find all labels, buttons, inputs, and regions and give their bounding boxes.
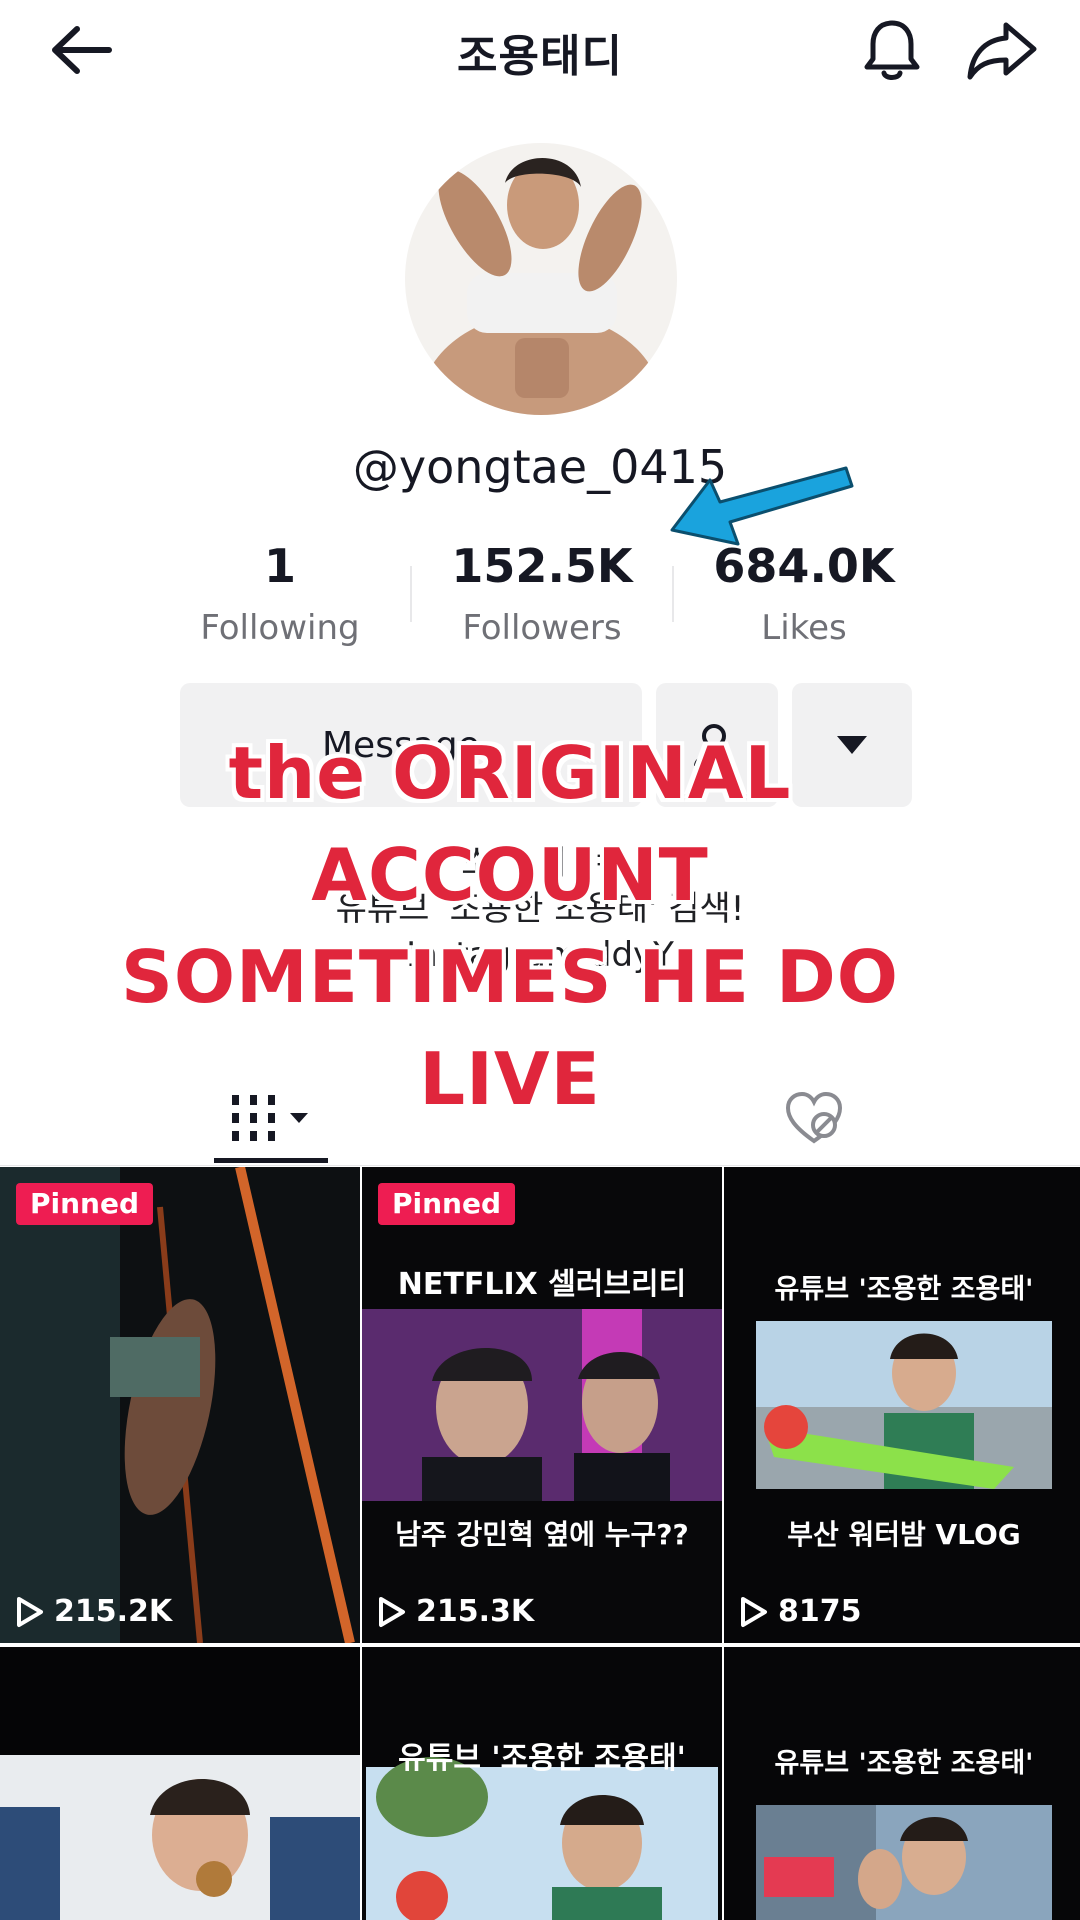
page-title: 조용태디 (457, 31, 623, 82)
stat-likes[interactable]: 684.0K Likes (674, 536, 934, 656)
notifications-button[interactable] (856, 14, 928, 86)
active-tab-indicator (214, 1158, 328, 1163)
bell-icon (864, 20, 920, 80)
annotation-arrow (670, 466, 854, 546)
following-label: Following (200, 608, 360, 648)
avatar-photo (405, 143, 677, 415)
video-tile[interactable] (0, 1647, 360, 1920)
video-tile[interactable]: 유튜브 '조용한 조용태' (362, 1647, 722, 1920)
stat-followers[interactable]: 152.5K Followers (412, 536, 672, 656)
video-thumbnail (362, 1647, 722, 1920)
likes-count: 684.0K (713, 539, 895, 593)
video-caption-bottom: 부산 워터밤 VLOG (787, 1518, 1021, 1551)
top-bar: 조용태디 (0, 0, 1080, 100)
video-caption-top: 유튜브 '조용한 조용태' (774, 1748, 1034, 1779)
hidden-heart-icon (785, 1091, 843, 1144)
share-button[interactable] (962, 14, 1042, 86)
profile-avatar[interactable] (405, 143, 677, 415)
followers-count: 152.5K (451, 539, 633, 593)
profile-stats: 1 Following 152.5K Followers 684.0K Like… (150, 536, 930, 656)
overlay-line: ACCOUNT (311, 833, 709, 917)
pinned-badge: Pinned (378, 1183, 516, 1225)
play-icon (379, 1596, 405, 1627)
overlay-line: the ORIGINAL (228, 731, 792, 815)
arrow-left-icon (52, 26, 112, 74)
play-icon (741, 1596, 767, 1627)
stat-following[interactable]: 1 Following (150, 536, 410, 656)
video-thumbnail (362, 1167, 722, 1643)
video-thumbnail (724, 1647, 1080, 1920)
video-caption-top: NETFLIX 셀러브리티 (397, 1267, 687, 1302)
video-thumbnail (724, 1167, 1080, 1643)
video-tile[interactable]: 유튜브 '조용한 조용태' (724, 1647, 1080, 1920)
video-caption-top: 유튜브 '조용한 조용태' (398, 1741, 686, 1776)
video-tile[interactable]: Pinned 215.2K (0, 1167, 360, 1643)
view-count-value: 215.2K (54, 1594, 173, 1629)
view-count: 215.3K (378, 1594, 534, 1629)
content-tabs (0, 1060, 1080, 1166)
share-icon (967, 22, 1037, 80)
back-button[interactable] (40, 18, 120, 82)
video-tile[interactable]: Pinned NETFLIX 셀러브리티 남주 강민혁 옆에 누구?? 215.… (362, 1167, 722, 1643)
play-icon (17, 1596, 43, 1627)
view-count-value: 8175 (778, 1594, 862, 1629)
video-grid: Pinned 215.2K Pinned NETFLIX 셀러브리티 남주 강민… (0, 1167, 1080, 1920)
following-count: 1 (263, 539, 296, 593)
view-count: 8175 (740, 1594, 862, 1629)
video-caption-bottom: 남주 강민혁 옆에 누구?? (395, 1518, 689, 1551)
pinned-badge: Pinned (16, 1183, 154, 1225)
tab-liked[interactable] (774, 1078, 854, 1158)
view-count: 215.2K (16, 1594, 172, 1629)
video-thumbnail (0, 1647, 360, 1920)
view-count-value: 215.3K (416, 1594, 535, 1629)
tab-videos[interactable] (214, 1078, 326, 1158)
overlay-line: SOMETIMES HE DO (120, 935, 900, 1019)
video-thumbnail (0, 1167, 360, 1643)
video-tile[interactable]: 유튜브 '조용한 조용태' 부산 워터밤 VLOG 8175 (724, 1167, 1080, 1643)
followers-label: Followers (462, 608, 622, 648)
grid-icon (232, 1095, 308, 1141)
video-caption-top: 유튜브 '조용한 조용태' (774, 1274, 1034, 1305)
likes-label: Likes (761, 608, 847, 648)
